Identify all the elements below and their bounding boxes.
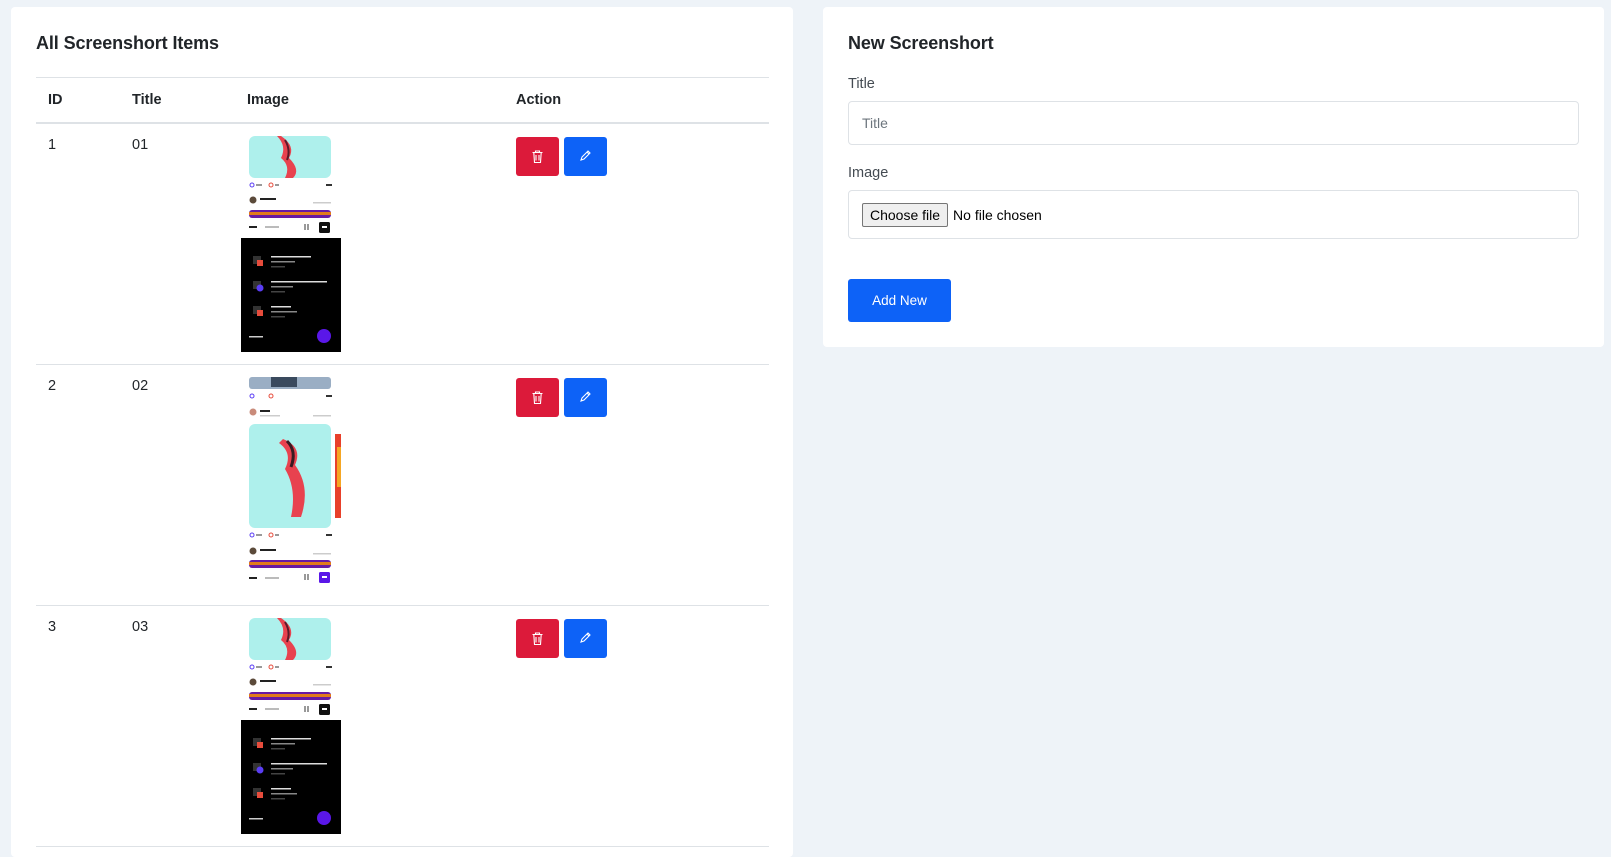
cell-title: 02 [120, 364, 235, 606]
cell-id: 2 [36, 364, 120, 606]
image-file-input[interactable]: Choose file No file chosen [848, 190, 1579, 239]
col-header-image: Image [235, 77, 504, 124]
screenshot-thumbnail [241, 618, 341, 834]
edit-button[interactable] [564, 378, 607, 417]
table-row: 1 01 [36, 123, 769, 365]
table-row: 2 02 [36, 364, 769, 606]
form-title: New Screenshort [848, 33, 994, 53]
col-header-title: Title [120, 77, 235, 124]
cell-actions [504, 364, 769, 606]
items-table: ID Title Image Action 1 01 2 02 3 03 [36, 77, 769, 847]
title-placeholder: Title [862, 115, 888, 131]
title-input[interactable]: Title [848, 101, 1579, 145]
cell-id: 3 [36, 605, 120, 847]
trash-icon [532, 150, 543, 164]
col-header-action: Action [504, 77, 769, 124]
trash-icon [532, 632, 543, 646]
cell-image [235, 364, 504, 606]
col-header-id: ID [36, 77, 120, 124]
items-card: All Screenshort Items ID Title Image Act… [11, 7, 793, 857]
trash-icon [532, 391, 543, 405]
screenshot-thumbnail [241, 377, 341, 593]
cell-title: 03 [120, 605, 235, 847]
table-row: 3 03 [36, 605, 769, 847]
cell-id: 1 [36, 123, 120, 365]
edit-button[interactable] [564, 137, 607, 176]
delete-button[interactable] [516, 378, 559, 417]
cell-title: 01 [120, 123, 235, 365]
pencil-icon [580, 391, 591, 402]
cell-image [235, 605, 504, 847]
title-label: Title [848, 76, 875, 92]
pencil-icon [580, 632, 591, 643]
add-new-button[interactable]: Add New [848, 279, 951, 322]
delete-button[interactable] [516, 137, 559, 176]
cell-actions [504, 123, 769, 365]
choose-file-button[interactable]: Choose file [862, 202, 949, 227]
pencil-icon [580, 150, 591, 161]
screenshot-thumbnail [241, 136, 341, 352]
delete-button[interactable] [516, 619, 559, 658]
items-title: All Screenshort Items [36, 33, 219, 53]
cell-actions [504, 605, 769, 847]
file-status: No file chosen [953, 206, 1042, 223]
edit-button[interactable] [564, 619, 607, 658]
new-screenshot-card: New Screenshort Title Title Image Choose… [823, 7, 1604, 347]
table-header-row: ID Title Image Action [36, 77, 769, 124]
image-label: Image [848, 165, 889, 181]
cell-image [235, 123, 504, 365]
